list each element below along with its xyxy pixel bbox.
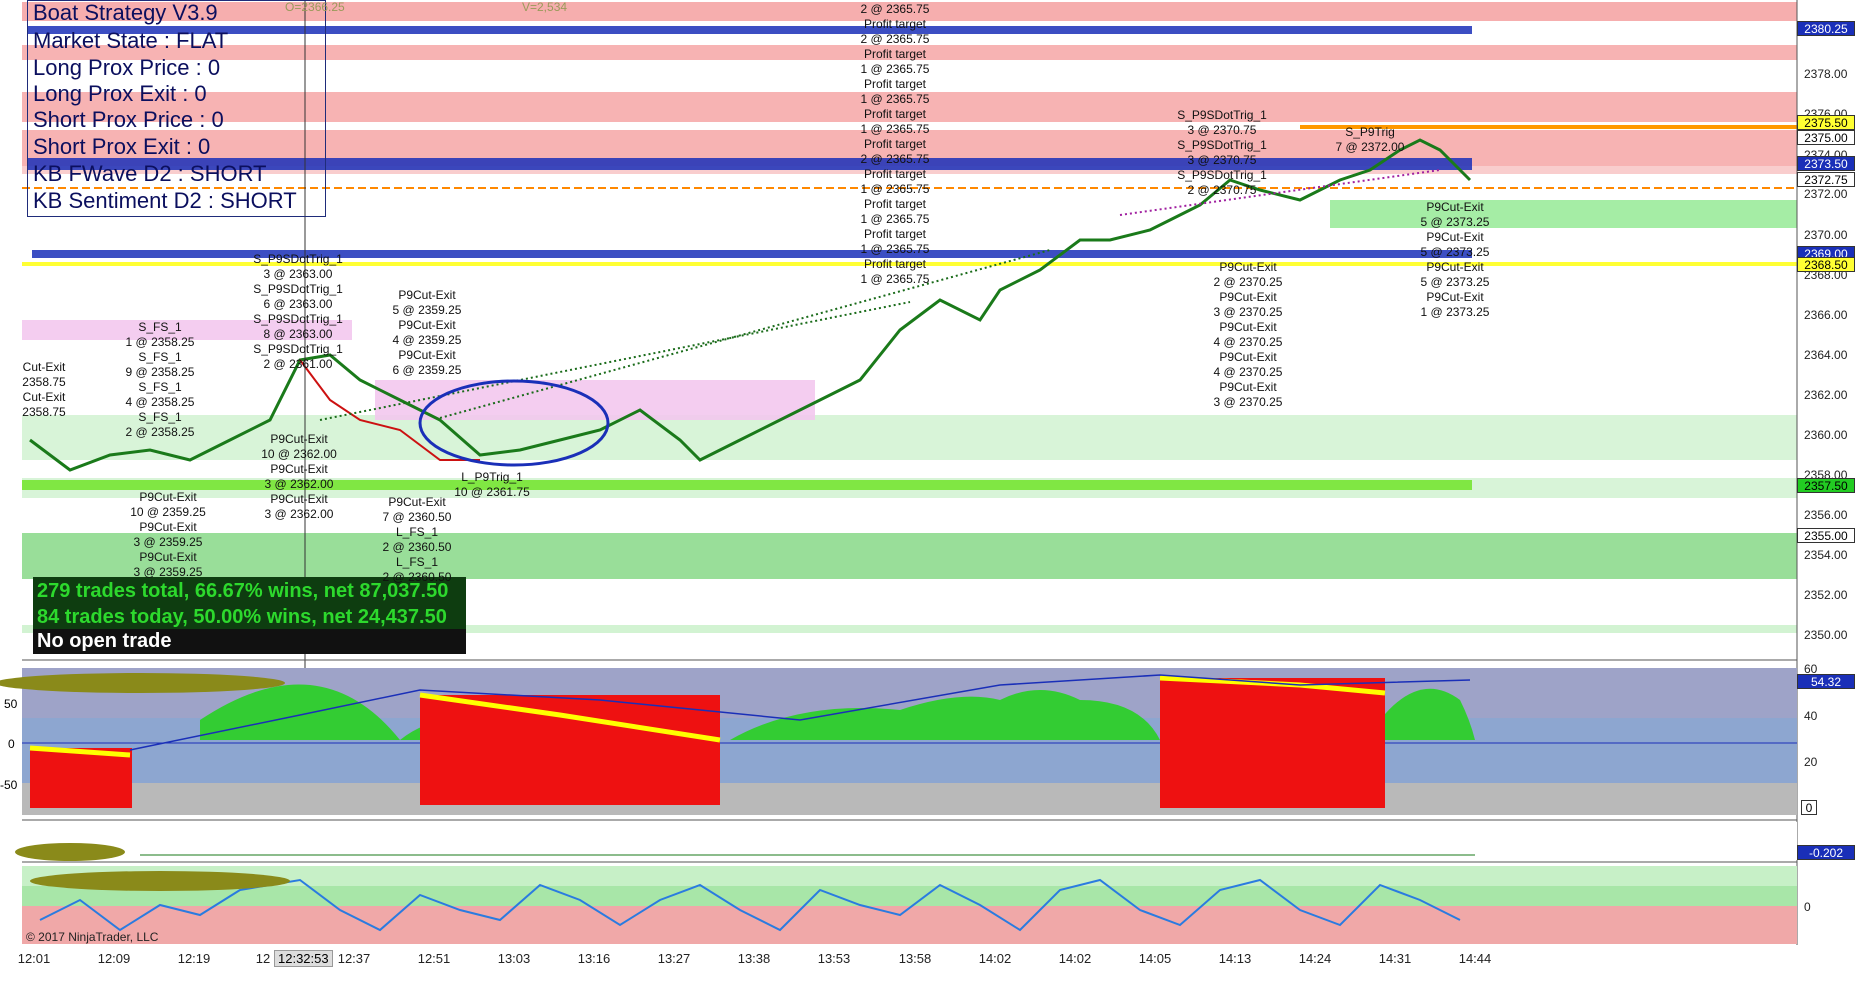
copyright: © 2017 NinjaTrader, LLC — [26, 930, 159, 944]
price-axis-label: 2364.00 — [1804, 348, 1848, 362]
oscillator-panel-2 — [15, 822, 1797, 861]
price-tag: 2375.00 — [1797, 130, 1855, 145]
time-axis-label: 13:58 — [898, 951, 932, 966]
osc1-value-tag: 54.32 — [1797, 674, 1855, 689]
trade-annotation: P9Cut-Exit 7 @ 2360.50 L_FS_1 2 @ 2360.5… — [382, 495, 452, 584]
price-axis-label: 2372.00 — [1804, 187, 1848, 201]
stats-today: 84 trades today, 50.00% wins, net 24,437… — [33, 603, 466, 631]
time-axis-label: 14:44 — [1458, 951, 1492, 966]
price-axis-label: 2356.00 — [1804, 508, 1848, 522]
short-prox-price: Short Prox Price : 0 — [33, 107, 224, 132]
osc1-left-axis: 0 — [8, 737, 15, 751]
time-axis-label: 14:31 — [1378, 951, 1412, 966]
price-axis-label: 2378.00 — [1804, 67, 1848, 81]
long-prox-exit: Long Prox Exit : 0 — [33, 81, 207, 106]
time-axis-label: 13:03 — [497, 951, 531, 966]
time-axis-label: 12:19 — [177, 951, 211, 966]
time-axis-label: 12:51 — [417, 951, 451, 966]
price-axis-label: 2360.00 — [1804, 428, 1848, 442]
price-tag: 2368.50 — [1797, 257, 1855, 272]
oscillator-panel-3 — [22, 866, 1797, 944]
price-tag: 2357.50 — [1797, 478, 1855, 493]
price-tag: 2372.75 — [1797, 172, 1855, 187]
price-axis-label: 2354.00 — [1804, 548, 1848, 562]
kb-fwave-d2: KB FWave D2 : SHORT — [33, 161, 267, 186]
price-tag: 2355.00 — [1797, 528, 1855, 543]
cursor-time-readout: 12:32:53 — [274, 950, 333, 967]
short-prox-exit: Short Prox Exit : 0 — [33, 134, 211, 159]
price-axis-label: 2366.00 — [1804, 308, 1848, 322]
time-axis-label: 14:02 — [1058, 951, 1092, 966]
time-axis-label: 13:38 — [737, 951, 771, 966]
osc1-axis-label: 40 — [1804, 709, 1818, 723]
osc3-axis-label: 0 — [1804, 900, 1811, 914]
trade-annotation: P9Cut-Exit 2 @ 2370.25 P9Cut-Exit 3 @ 23… — [1213, 260, 1283, 409]
oscillator-panel-1 — [0, 668, 1797, 815]
market-state: Market State : FLAT — [33, 28, 229, 53]
trade-annotation: P9Cut-Exit 5 @ 2359.25 P9Cut-Exit 4 @ 23… — [392, 288, 462, 377]
trade-annotation: P9Cut-Exit 10 @ 2362.00 P9Cut-Exit 3 @ 2… — [261, 432, 337, 521]
time-axis-label: 12:01 — [17, 951, 51, 966]
trade-annotation: S_P9Trig 7 @ 2372.00 — [1335, 125, 1405, 154]
price-tag: 2380.25 — [1797, 21, 1855, 36]
price-axis-label: 2350.00 — [1804, 628, 1848, 642]
time-axis-label: 12:37 — [337, 951, 371, 966]
time-axis-label: 14:13 — [1218, 951, 1252, 966]
osc1-zero-tag: 0 — [1801, 800, 1817, 815]
kb-sentiment-d2: KB Sentiment D2 : SHORT — [33, 188, 297, 213]
price-axis-label: 2352.00 — [1804, 588, 1848, 602]
osc2-value-tag: -0.202 — [1797, 845, 1855, 860]
time-axis-label: 12 — [255, 951, 271, 966]
strategy-title: Boat Strategy V3.9 — [33, 0, 218, 25]
osc1-left-axis: 50 — [4, 697, 18, 711]
trade-annotation: S_FS_1 1 @ 2358.25 S_FS_1 9 @ 2358.25 S_… — [125, 320, 195, 439]
volume-readout: V=2,534 — [522, 0, 568, 14]
osc1-axis-label: 20 — [1804, 755, 1818, 769]
price-axis-label: 2370.00 — [1804, 228, 1848, 242]
time-axis-label: 14:24 — [1298, 951, 1332, 966]
time-axis-label: 14:02 — [978, 951, 1012, 966]
long-prox-price: Long Prox Price : 0 — [33, 55, 221, 80]
time-axis-label: 12:09 — [97, 951, 131, 966]
time-axis-label: 13:53 — [817, 951, 851, 966]
time-axis-label: 14:05 — [1138, 951, 1172, 966]
trade-annotation: L_P9Trig_1 10 @ 2361.75 — [454, 470, 530, 499]
trade-annotation: P9Cut-Exit 5 @ 2373.25 P9Cut-Exit 5 @ 23… — [1420, 200, 1490, 319]
osc1-left-axis: -50 — [0, 778, 18, 792]
price-axis-label: 2362.00 — [1804, 388, 1848, 402]
trade-annotation: Cut-Exit 2358.75 Cut-Exit 2358.75 — [22, 360, 66, 419]
trade-annotation: S_P9SDotTrig_1 3 @ 2363.00 S_P9SDotTrig_… — [253, 252, 343, 371]
trade-annotation: 2 @ 2365.75 Profit target 2 @ 2365.75 Pr… — [860, 2, 930, 286]
trade-annotation: P9Cut-Exit 10 @ 2359.25 P9Cut-Exit 3 @ 2… — [130, 490, 206, 579]
price-tag: 2373.50 — [1797, 156, 1855, 171]
stats-open-trade: No open trade — [33, 629, 466, 654]
open-readout: O=2366.25 — [285, 0, 345, 14]
price-tag: 2375.50 — [1797, 115, 1855, 130]
trade-annotation: S_P9SDotTrig_1 3 @ 2370.75 S_P9SDotTrig_… — [1177, 108, 1267, 197]
time-axis-label: 13:27 — [657, 951, 691, 966]
time-axis-label: 13:16 — [577, 951, 611, 966]
